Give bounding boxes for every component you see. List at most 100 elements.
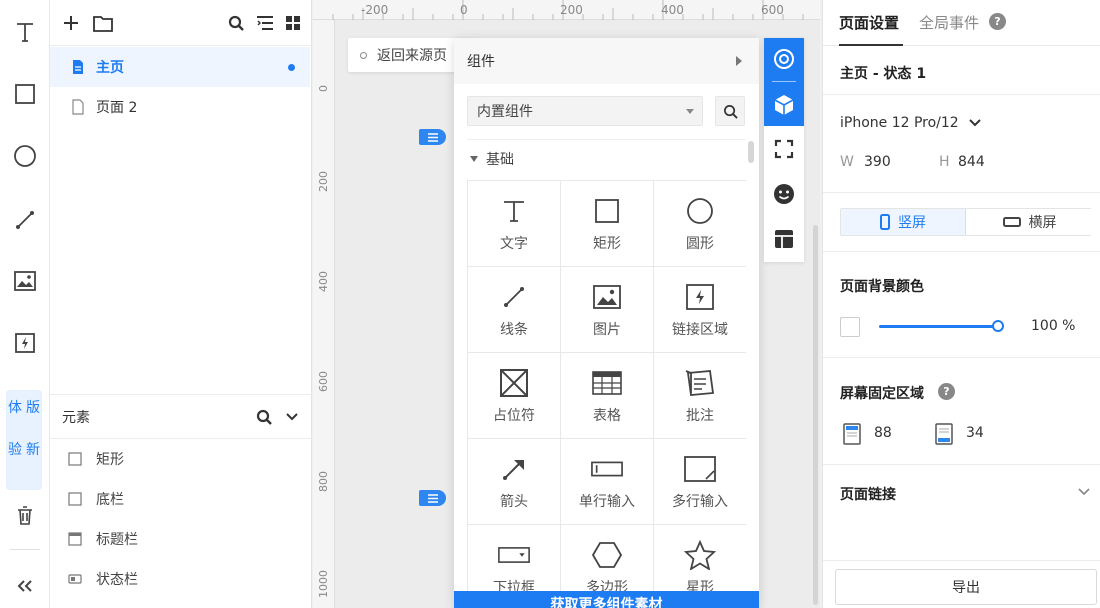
category-basic[interactable]: 基础 [470,148,514,170]
polygon-icon [591,539,623,571]
target-icon[interactable] [772,47,796,71]
chevron-down-icon[interactable] [1078,487,1090,496]
text-tool-icon[interactable] [8,15,42,49]
component-note[interactable]: 批注 [654,353,746,439]
element-item[interactable]: 底栏 [68,479,124,519]
scrollbar[interactable] [748,141,754,163]
element-item[interactable]: 矩形 [68,439,124,479]
dropdown-icon [498,539,530,571]
rectangle-tool-icon[interactable] [8,77,42,111]
hotspot-icon [684,281,716,313]
search-icon[interactable] [225,12,247,34]
collapse-double-chevron-icon[interactable] [8,569,42,603]
portrait-label: 竖屏 [898,215,926,231]
fixed-area-marker-bottom[interactable] [419,490,446,506]
line-icon [498,281,530,313]
canvas-scrollbar[interactable] [813,225,818,605]
landscape-button[interactable]: 横屏 [967,209,1092,235]
component-placeholder[interactable]: 占位符 [468,353,561,439]
component-panel-header[interactable]: 组件 [454,38,759,84]
chevron-down-icon[interactable] [286,412,298,422]
portrait-button[interactable]: 竖屏 [841,209,966,235]
grid-view-icon[interactable] [282,12,304,34]
cube-icon[interactable] [772,93,796,117]
component-text[interactable]: 文字 [468,181,561,267]
select-value: 内置组件 [477,104,533,120]
page-icon [72,99,84,115]
export-button[interactable]: 导出 [835,569,1097,605]
image-tool-icon[interactable] [8,264,42,298]
component-label: 图片 [593,322,621,338]
component-label: 表格 [593,408,621,424]
search-icon[interactable] [256,409,272,425]
fixed-bottom-value[interactable]: 34 [966,425,984,441]
fixed-area-marker-top[interactable] [419,129,446,145]
component-star[interactable]: 星形 [654,525,746,591]
ruler-label: 200 [560,3,583,17]
category-label: 基础 [486,152,514,168]
component-multi-line-input[interactable]: 多行输入 [654,439,746,525]
fixed-top-value[interactable]: 88 [874,425,892,441]
component-arrow[interactable]: 箭头 [468,439,561,525]
checkbox-square-icon [68,452,82,466]
component-polygon[interactable]: 多边形 [561,525,654,591]
library-side-tabs [764,38,804,262]
get-more-components-button[interactable]: 获取更多组件素材 [454,591,759,608]
height-value[interactable]: 844 [958,154,985,170]
component-search-button[interactable] [715,96,745,126]
component-hotspot[interactable]: 链接区域 [654,267,746,353]
component-table[interactable]: 表格 [561,353,654,439]
component-circle[interactable]: 圆形 [654,181,746,267]
chevron-down-icon[interactable] [969,118,981,127]
screen-capture-icon[interactable] [772,137,796,161]
element-label: 底栏 [96,492,124,508]
fixed-area-title: 屏幕固定区域 [840,386,924,402]
hotspot-tool-icon[interactable] [8,326,42,360]
component-rectangle[interactable]: 矩形 [561,181,654,267]
background-color-swatch[interactable] [840,317,860,337]
component-library-select[interactable]: 内置组件 [467,96,703,126]
sort-list-icon[interactable] [254,12,276,34]
circle-tool-icon[interactable] [8,139,42,173]
orientation-toggle: 竖屏 横屏 [840,208,1092,236]
template-icon[interactable] [772,227,796,251]
caret-right-icon[interactable] [736,56,742,66]
opacity-slider-track[interactable] [879,325,999,328]
divider [823,357,1100,358]
pages-toolbar [50,0,312,46]
page-links-title[interactable]: 页面链接 [840,484,896,504]
opacity-slider-thumb[interactable] [992,320,1004,332]
page-label: 主页 [96,60,124,76]
add-page-icon[interactable] [60,12,82,34]
radio-dot-icon [360,51,367,59]
device-select[interactable]: iPhone 12 Pro/12 [840,115,959,131]
trash-icon[interactable] [8,498,42,532]
help-icon[interactable]: ? [938,383,955,400]
width-value[interactable]: 390 [864,154,891,170]
element-item[interactable]: 状态栏 [68,559,138,599]
tool-strip: 体 版 验 新 [0,0,50,608]
experience-new-version-badge[interactable]: 体 版 验 新 [6,390,42,490]
checkbox-square-icon [68,492,82,506]
component-image[interactable]: 图片 [561,267,654,353]
element-item[interactable]: 标题栏 [68,519,138,559]
line-tool-icon[interactable] [8,203,42,237]
help-icon[interactable]: ? [989,13,1006,30]
component-single-line-input[interactable]: 单行输入 [561,439,654,525]
component-dropdown[interactable]: 下拉框 [468,525,561,591]
badge-char: 版 [26,400,40,416]
search-icon [723,104,738,119]
page-item-page-2[interactable]: 页面 2 [50,87,310,127]
page-state-title: 主页 - 状态 1 [840,66,927,82]
folder-icon[interactable] [92,12,114,34]
page-item-home[interactable]: 主页 [50,47,310,87]
ruler-label: 400 [661,3,684,17]
opacity-value[interactable]: 100 % [1031,318,1075,334]
emoji-icon[interactable] [772,182,796,206]
top-ruler: -200 0 200 400 600 [313,0,820,20]
ruler-label: 400 [317,271,330,292]
component-line[interactable]: 线条 [468,267,561,353]
tab-global-events[interactable]: 全局事件 [919,12,979,33]
ruler-label: 200 [317,171,330,192]
tab-page-settings[interactable]: 页面设置 [839,12,899,33]
